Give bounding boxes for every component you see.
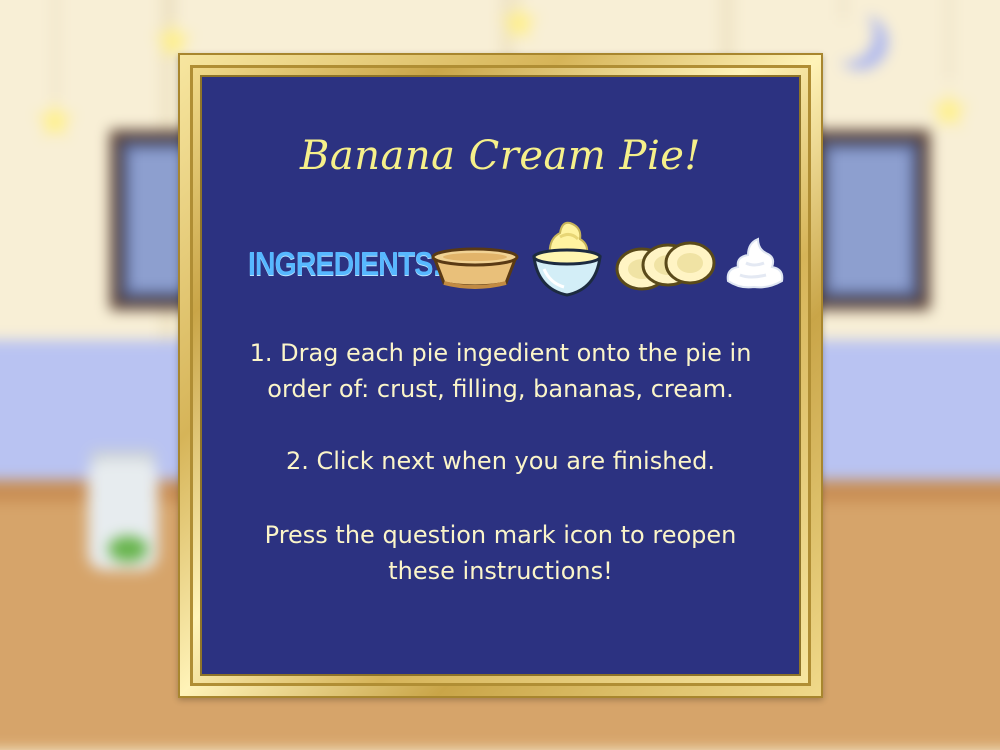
filling-bowl-icon [532,221,602,297]
pie-crust-icon [431,247,519,289]
modal-title: Banana Cream Pie! [299,133,702,179]
instructions-board: Banana Cream Pie! INGREDIENTS: 1. Drag e… [200,75,801,676]
moon-decoration-icon [818,6,874,62]
ingredients-label: INGREDIENTS: [248,245,442,282]
ingredients-row: INGREDIENTS: [226,221,786,305]
whipped-cream-icon [726,237,784,289]
instruction-step-1: 1. Drag each pie ingedient onto the pie … [249,339,752,403]
instructions-modal: Banana Cream Pie! INGREDIENTS: 1. Drag e… [178,53,823,698]
window-right [810,130,930,310]
string [55,0,57,100]
jar-leaf [108,536,148,562]
instruction-reopen-note: Press the question mark icon to reopen t… [264,521,737,585]
banana-slices-icon [615,241,716,291]
instruction-step-2: 2. Click next when you are finished. [285,447,716,475]
string [948,0,950,80]
